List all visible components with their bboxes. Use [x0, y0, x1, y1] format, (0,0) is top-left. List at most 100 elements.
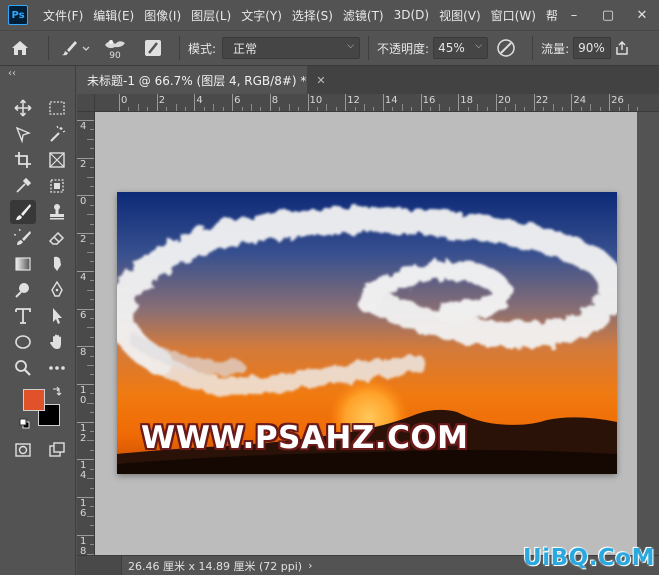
ruler-tick-label: 1 2: [80, 422, 87, 444]
ellipse-tool-icon[interactable]: [10, 330, 36, 354]
ruler-minor-tick: [627, 104, 629, 111]
dodge-tool-icon[interactable]: [10, 278, 36, 302]
window-controls: – ▢ ✕: [557, 0, 659, 30]
opacity-label: 不透明度:: [377, 41, 430, 56]
brush-size-picker[interactable]: 90: [95, 36, 135, 61]
ruler-minor-tick: [87, 176, 94, 178]
clone-stamp-tool-icon[interactable]: [44, 200, 70, 224]
document-tab[interactable]: 未标题-1 @ 66.7% (图层 4, RGB/8#) * ✕: [77, 66, 326, 94]
ruler-minor-tick: [250, 104, 252, 111]
object-selection-tool-icon[interactable]: [44, 174, 70, 198]
hand-tool-icon[interactable]: [44, 330, 70, 354]
menu-filter[interactable]: 滤镜(T): [338, 7, 389, 24]
pen-tool-icon[interactable]: [44, 278, 70, 302]
ruler-tick-label: 4: [196, 95, 203, 106]
status-menu-arrow[interactable]: ›: [308, 559, 312, 572]
menu-select[interactable]: 选择(S): [287, 7, 338, 24]
ruler-tick-label: 1 8: [80, 535, 87, 555]
home-icon[interactable]: [0, 40, 40, 56]
opacity-input[interactable]: 45% ⌵: [433, 37, 489, 59]
close-tab-icon[interactable]: ✕: [316, 74, 325, 87]
separator: [368, 36, 370, 60]
ruler-tick: [382, 94, 384, 111]
brush-settings-icon[interactable]: [135, 38, 171, 58]
ruler-tick-label: 4: [80, 121, 87, 132]
ruler-minor-tick: [364, 104, 366, 111]
options-bar: 90 模式: 正常 ⌵ 不透明度: 45% ⌵ 流量: 90%: [0, 30, 659, 66]
menu-view[interactable]: 视图(V): [434, 7, 486, 24]
ruler-minor-tick: [213, 104, 215, 111]
menu-edit[interactable]: 编辑(E): [88, 7, 139, 24]
ruler-minor-tick: [87, 402, 94, 404]
ruler-tick-label: 0: [80, 196, 87, 208]
ruler-tick-label: 8: [271, 95, 279, 106]
ruler-tick-label: 2: [158, 95, 166, 106]
lasso-tool-icon[interactable]: [10, 122, 36, 146]
zoom-level-field[interactable]: [77, 555, 122, 575]
ruler-tick-label: 16: [422, 95, 436, 106]
ruler-tick: [458, 94, 460, 111]
eraser-tool-icon[interactable]: [44, 226, 70, 250]
tools-panel: ‹‹: [0, 66, 76, 575]
menu-window[interactable]: 窗口(W): [486, 7, 541, 24]
ruler-tick: [345, 94, 347, 111]
foreground-color-swatch[interactable]: [23, 389, 45, 411]
swap-colors-icon[interactable]: [51, 386, 63, 398]
vertical-ruler[interactable]: 4 2 0 2 4 6 8 1 0 1 2 1 4 1 6 1 8: [77, 112, 95, 555]
opacity-value: 45%: [438, 41, 465, 55]
move-tool-icon[interactable]: [10, 96, 36, 120]
eyedropper-tool-icon[interactable]: [10, 174, 36, 198]
magic-wand-tool-icon[interactable]: [44, 122, 70, 146]
share-icon[interactable]: [611, 40, 633, 56]
ruler-tick-label: 2: [80, 234, 87, 246]
menu-image[interactable]: 图像(I): [139, 7, 186, 24]
vertical-scroll-area[interactable]: [637, 112, 659, 555]
ruler-minor-tick: [87, 478, 94, 480]
menu-3d[interactable]: 3D(D): [389, 8, 434, 22]
frame-tool-icon[interactable]: [44, 148, 70, 172]
site-watermark-logo: UiBQ.CoM: [523, 545, 655, 571]
document-tab-bar: 未标题-1 @ 66.7% (图层 4, RGB/8#) * ✕: [77, 66, 659, 94]
marquee-tool-icon[interactable]: [44, 96, 70, 120]
ruler-tick: [496, 94, 497, 111]
collapse-panel-icon[interactable]: ‹‹: [8, 68, 16, 79]
brush-preset-icon[interactable]: [57, 39, 95, 57]
ruler-tick-label: 24: [573, 95, 587, 106]
ruler-minor-tick: [477, 104, 479, 111]
ruler-tick-label: 2: [80, 158, 87, 170]
minimize-button[interactable]: –: [557, 0, 591, 30]
ruler-tick: [156, 94, 158, 111]
smudge-tool-icon[interactable]: [44, 252, 70, 276]
restore-button[interactable]: ▢: [591, 0, 625, 30]
ruler-minor-tick: [552, 104, 554, 111]
ruler-tick-label: 18: [460, 95, 474, 106]
quick-mask-icon[interactable]: [10, 438, 36, 462]
gradient-tool-icon[interactable]: [10, 252, 36, 276]
flow-input[interactable]: 90%: [573, 37, 612, 59]
ruler-minor-tick: [87, 138, 94, 140]
history-brush-tool-icon[interactable]: [10, 226, 36, 250]
document-size-info: 26.46 厘米 x 14.89 厘米 (72 ppi): [128, 559, 303, 573]
ruler-minor-tick: [288, 104, 290, 111]
ruler-minor-tick: [401, 104, 403, 111]
pressure-opacity-icon[interactable]: [488, 38, 524, 58]
close-button[interactable]: ✕: [625, 0, 659, 30]
chevron-down-icon: ⌵: [475, 41, 483, 51]
mode-select[interactable]: 正常 ⌵: [222, 37, 361, 59]
ruler-origin[interactable]: [77, 94, 95, 112]
zoom-tool-icon[interactable]: [10, 356, 36, 380]
type-tool-icon[interactable]: [10, 304, 36, 328]
horizontal-ruler[interactable]: 0 2 4 6 8 10 12 14 16 18 20 22 24 26: [95, 94, 659, 112]
menu-file[interactable]: 文件(F): [38, 7, 88, 24]
ruler-minor-tick: [87, 515, 94, 517]
path-selection-tool-icon[interactable]: [44, 304, 70, 328]
more-tools-icon[interactable]: [44, 356, 70, 380]
brush-tip-icon: [105, 39, 125, 48]
screen-mode-icon[interactable]: [44, 438, 70, 462]
default-colors-icon[interactable]: [19, 418, 31, 430]
menu-layer[interactable]: 图层(L): [186, 7, 236, 24]
menu-type[interactable]: 文字(Y): [236, 7, 287, 24]
brush-tool-icon[interactable]: [10, 200, 36, 224]
crop-tool-icon[interactable]: [10, 148, 36, 172]
ruler-minor-tick: [175, 104, 177, 111]
